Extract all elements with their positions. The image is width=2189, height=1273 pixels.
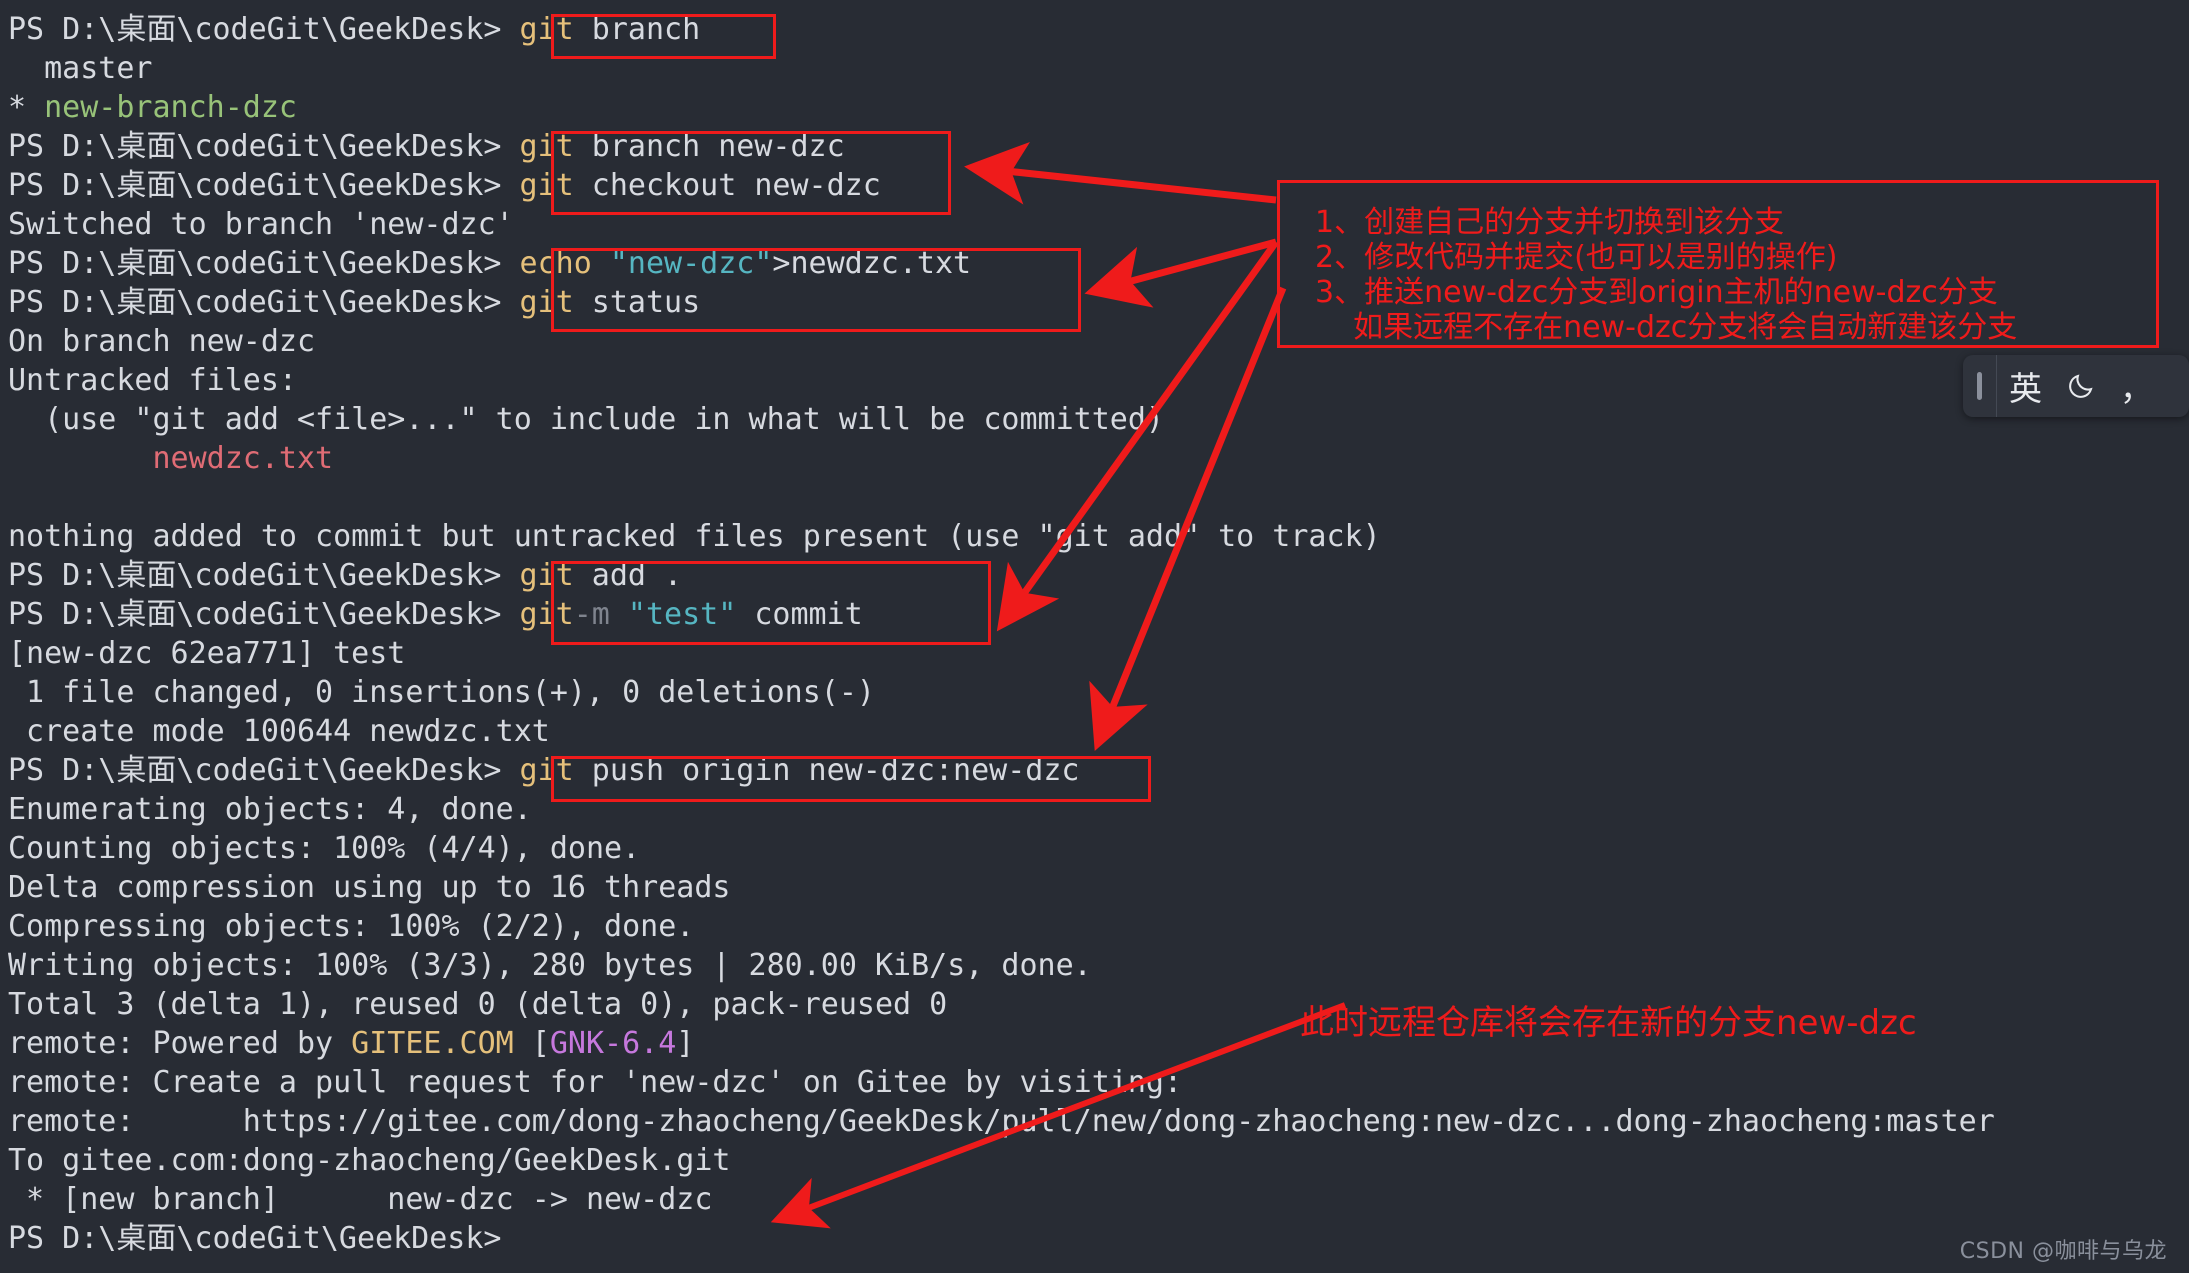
terminal-line: [new-dzc 62ea771] test xyxy=(8,636,406,671)
terminal-line: remote: Create a pull request for 'new-d… xyxy=(8,1065,1182,1100)
terminal-line: PS D:\桌面\codeGit\GeekDesk> git-m "test" … xyxy=(8,597,881,632)
annotation-panel-text: 1、创建自己的分支并切换到该分支 2、修改代码并提交(也可以是别的操作) 3、推… xyxy=(1315,205,2018,345)
terminal-line: To gitee.com:dong-zhaocheng/GeekDesk.git xyxy=(8,1143,731,1178)
terminal-line: remote: https://gitee.com/dong-zhaocheng… xyxy=(8,1104,1995,1139)
ime-drag-handle[interactable] xyxy=(1963,355,1997,417)
terminal-line: Enumerating objects: 4, done. xyxy=(8,792,532,827)
terminal-line: master xyxy=(8,51,153,86)
terminal-line: PS D:\桌面\codeGit\GeekDesk> git add . xyxy=(8,558,683,593)
terminal-line: * new-branch-dzc xyxy=(8,90,297,125)
terminal-line: (use "git add <file>..." to include in w… xyxy=(8,402,1164,437)
moon-icon[interactable] xyxy=(2054,355,2108,417)
terminal-line: 1 file changed, 0 insertions(+), 0 delet… xyxy=(8,675,875,710)
csdn-watermark: CSDN @咖啡与乌龙 xyxy=(1959,1239,2167,1264)
terminal-line: * [new branch] new-dzc -> new-dzc xyxy=(8,1182,713,1217)
ime-toolbar[interactable]: 英 ， xyxy=(1963,355,2189,417)
terminal-line: PS D:\桌面\codeGit\GeekDesk> git branch ne… xyxy=(8,129,845,164)
terminal-line: Compressing objects: 100% (2/2), done. xyxy=(8,909,695,944)
terminal-line: Writing objects: 100% (3/3), 280 bytes |… xyxy=(8,948,1092,983)
terminal-line: Counting objects: 100% (4/4), done. xyxy=(8,831,641,866)
ime-punctuation-button[interactable]: ， xyxy=(2108,355,2165,417)
terminal-line: PS D:\桌面\codeGit\GeekDesk> git push orig… xyxy=(8,753,1080,788)
terminal-line: Delta compression using up to 16 threads xyxy=(8,870,731,905)
terminal-line: PS D:\桌面\codeGit\GeekDesk> git branch xyxy=(8,12,701,47)
ime-mode-button[interactable]: 英 xyxy=(1997,355,2054,417)
terminal-line: PS D:\桌面\codeGit\GeekDesk> xyxy=(8,1221,520,1256)
terminal-line: nothing added to commit but untracked fi… xyxy=(8,519,1381,554)
terminal-line: Untracked files: xyxy=(8,363,297,398)
terminal-line: create mode 100644 newdzc.txt xyxy=(8,714,550,749)
terminal-line: newdzc.txt xyxy=(8,441,334,476)
terminal-window: PS D:\桌面\codeGit\GeekDesk> git branch ma… xyxy=(0,0,2189,1273)
annotation-bottom-note: 此时远程仓库将会存在新的分支new-dzc xyxy=(1300,1003,1917,1043)
